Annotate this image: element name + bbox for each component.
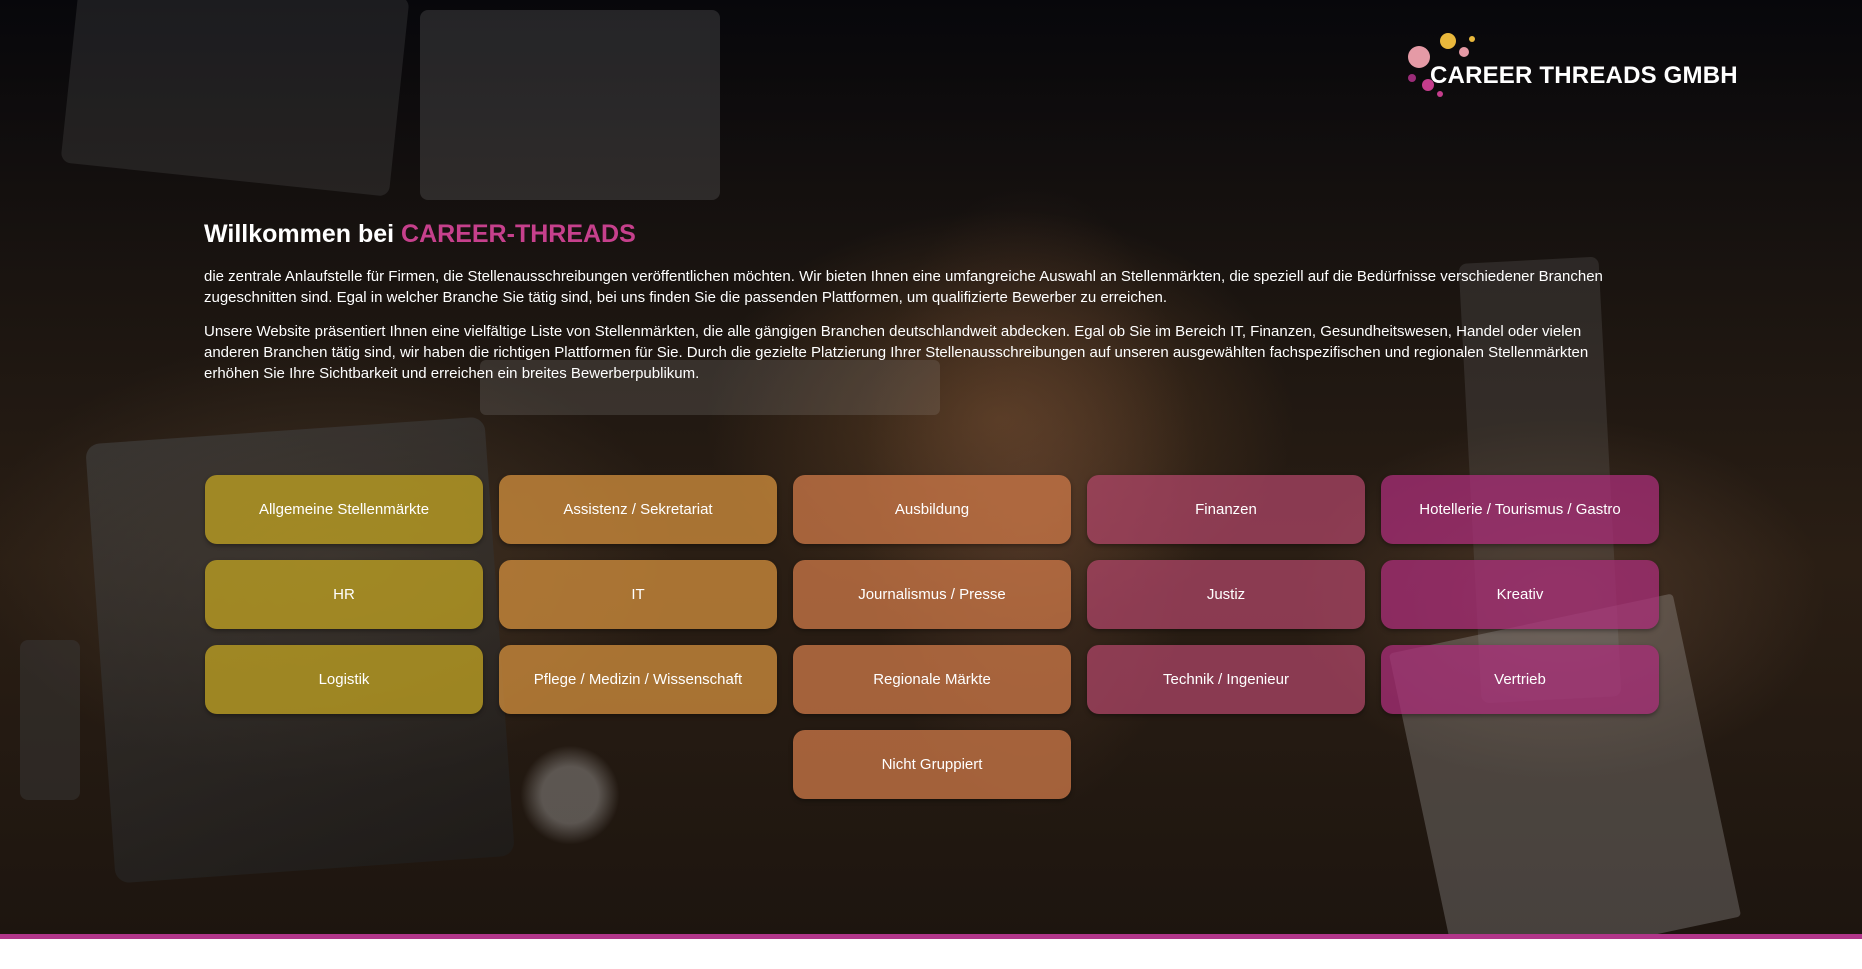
company-logo[interactable]: CAREER THREADS GMBH (1400, 30, 1740, 110)
logo-text: CAREER THREADS GMBH (1430, 62, 1738, 89)
category-button-it[interactable]: IT (499, 560, 777, 629)
page-title: Willkommen bei CAREER-THREADS (204, 218, 1624, 250)
category-button-vertrieb[interactable]: Vertrieb (1381, 645, 1659, 714)
category-button-nicht-gruppiert[interactable]: Nicht Gruppiert (793, 730, 1071, 799)
category-grid: Allgemeine Stellenmärkte Assistenz / Sek… (205, 475, 1659, 799)
category-button-allgemeine-stellenmaerkte[interactable]: Allgemeine Stellenmärkte (205, 475, 483, 544)
intro-section: Willkommen bei CAREER-THREADS die zentra… (204, 218, 1624, 397)
category-button-hr[interactable]: HR (205, 560, 483, 629)
category-button-ausbildung[interactable]: Ausbildung (793, 475, 1071, 544)
intro-paragraph-2: Unsere Website präsentiert Ihnen eine vi… (204, 323, 1589, 382)
category-button-kreativ[interactable]: Kreativ (1381, 560, 1659, 629)
category-button-finanzen[interactable]: Finanzen (1087, 475, 1365, 544)
intro-paragraph-1: die zentrale Anlaufstelle für Firmen, di… (204, 268, 1603, 306)
hero-section: CAREER THREADS GMBH Willkommen bei CAREE… (0, 0, 1862, 936)
category-button-assistenz-sekretariat[interactable]: Assistenz / Sekretariat (499, 475, 777, 544)
category-button-justiz[interactable]: Justiz (1087, 560, 1365, 629)
category-button-hotellerie-tourismus-gastro[interactable]: Hotellerie / Tourismus / Gastro (1381, 475, 1659, 544)
category-button-logistik[interactable]: Logistik (205, 645, 483, 714)
category-button-pflege-medizin-wissenschaft[interactable]: Pflege / Medizin / Wissenschaft (499, 645, 777, 714)
category-button-regionale-maerkte[interactable]: Regionale Märkte (793, 645, 1071, 714)
background-notebook (420, 10, 720, 200)
title-brand: CAREER-THREADS (401, 220, 636, 248)
category-button-technik-ingenieur[interactable]: Technik / Ingenieur (1087, 645, 1365, 714)
title-prefix: Willkommen bei (204, 220, 402, 248)
background-phone (20, 640, 80, 800)
bottom-accent-line (0, 934, 1862, 939)
category-button-journalismus-presse[interactable]: Journalismus / Presse (793, 560, 1071, 629)
background-laptop-top (60, 0, 410, 197)
